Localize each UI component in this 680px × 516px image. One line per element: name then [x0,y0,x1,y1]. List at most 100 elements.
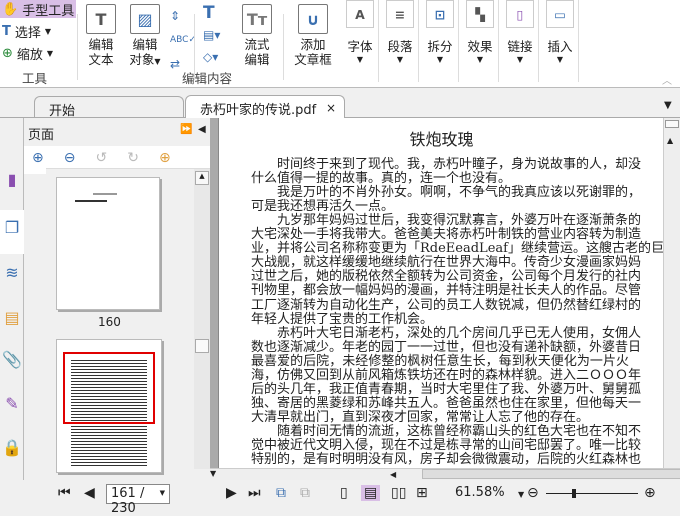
tab-start[interactable]: 开始 [34,96,184,119]
text-line: 我是万叶的不肖外孙女。啊啊，不争气的我真应该以死谢罪的， [277,185,642,201]
thumbnail-zoom-out-icon[interactable]: ⊖ [64,150,76,170]
collapse-ribbon-icon[interactable]: ︿ [662,72,672,87]
continuous-page-icon[interactable]: ▤ [361,485,381,501]
edit-object-button[interactable]: ▨ 编辑 对象▼ [122,2,168,69]
zoom-level[interactable]: 61.58% [455,485,505,500]
thumbnail-scrollbar[interactable]: ▲ [194,169,210,469]
edit-text-button[interactable]: T 编辑 文本 [78,2,124,67]
rotate-right-icon[interactable]: ↻ [127,150,139,170]
text-line: 年轻人提供了宝贵的工作机会。 [251,311,434,327]
hand-tool-button[interactable]: ✋ 手型工具 [0,0,76,19]
layers-icon[interactable]: ≋ [2,263,22,287]
text-line: 独、寄居的黑菱绿和苏峰共五人。爸爸虽然也住在家里，但他每天一 [251,395,642,411]
text-line: 海，仿佛又回到从前风箱炼铁坊还在时的森林样貌。进入二ＯＯＯ年 [251,367,642,383]
panel-collapse-icon[interactable]: ◀ [198,124,206,135]
chevron-down-icon: ▼ [46,48,54,58]
effects-icon: ▚ [466,0,494,28]
text-line: 觉中被近代文明入侵，现在不过是栋寻常的山间宅邸罢了。唯一比较 [251,438,642,453]
paragraph-button[interactable]: ≡ 段落 ▼ [383,0,417,64]
next-view-icon[interactable]: ⧉ [300,485,310,501]
zoom-slider[interactable] [546,489,638,498]
text-line: 特别的，是有时明明没有风，房子却会微微震动，后院的火红森林也 [251,452,642,468]
next-page-icon[interactable]: ▶ [226,485,237,501]
panel-expand-icon[interactable]: ⏩ [180,124,192,135]
vertical-scrollbar[interactable]: ▲ [663,118,680,468]
small-edit-icons: ⇕ ABC✓ ⇄ [170,4,196,76]
text-line: 时间终于来到了现代。我，赤朽叶瞳子，身为说故事的人，却没 [277,157,642,172]
font-button[interactable]: A 字体 ▼ [343,0,377,64]
zoom-slider-knob[interactable] [571,489,576,498]
small-insert-icons: T ▤▾ ◇▾ [203,2,220,68]
flow-edit-button[interactable]: Tт 流式 编辑 [234,2,280,67]
visible-area-rect[interactable] [63,352,155,424]
chapter-title: 铁炮玫瑰 [409,130,474,149]
text-line: 后的头几年，我正值青春期，当时大宅里住了我、外婆万叶、舅舅孤 [251,381,642,397]
security-lock-icon[interactable]: 🔒 [2,438,22,462]
hand-icon: ✋ [2,1,19,17]
text-line: 刊物里，都会放一幅妈妈的漫画，并特注明是社长夫人的作品。尽管 [251,283,642,299]
split-icon: ⊡ [426,0,454,28]
effects-button[interactable]: ▚ 效果 ▼ [463,0,497,64]
add-image-icon[interactable]: ▤▾ [203,24,220,46]
spell-check-icon[interactable]: ABC✓ [170,28,196,52]
split-button[interactable]: ⊡ 拆分 ▼ [423,0,457,64]
document-tabs: 开始 开始赤朽叶家的传说.pdf× ▼ [0,88,680,119]
signature-icon[interactable]: ✎ [2,394,22,418]
line-spacing-icon[interactable]: ⇕ [170,4,196,28]
thumbnail-list: 160 ▲ [46,168,210,473]
first-page-icon[interactable]: ⏮ [58,485,71,501]
add-shape-icon[interactable]: ◇▾ [203,46,220,68]
text-line: 大清早就出门，直到深夜才回家，常常让人忘了他的存在。 [251,409,590,425]
status-bar: ⏮ ◀ 161 / 230 ▼ ▶ ⏭ ⧉ ⧉ ▯ ▤ ▯▯ ⊞ 61.58% ▼… [0,480,680,516]
close-tab-icon[interactable]: × [326,101,336,115]
panel-title: 页面 [28,128,55,143]
insert-page-icon[interactable]: ⊕ [159,150,171,170]
pages-icon[interactable]: ❐ [2,218,22,242]
link-button[interactable]: ▯ 链接 ▼ [503,0,537,64]
zoom-in-icon[interactable]: ⊕ [644,485,656,501]
text-line: 数也逐渐减少。年老的园丁一一过世，但也没有递补缺额，外婆昔日 [251,339,642,355]
single-page-icon[interactable]: ▯ [340,485,348,501]
group-label-edit-content: 编辑内容 [182,71,233,86]
chevron-down-icon: ▼ [44,26,52,36]
text-line: 随着时间无情的流逝，这栋曾经称霸山头的红色大宅也在不知不 [277,423,642,439]
page-number-input[interactable]: 161 / 230 ▼ [106,484,170,516]
zoom-tool-button[interactable]: ⊕ 缩放 ▼ [0,44,76,63]
text-line: 赤朽叶大宅日渐老朽，深处的几个房间几乎已无人使用，女佣人 [277,325,642,341]
continuous-facing-icon[interactable]: ⊞ [416,485,428,501]
last-page-icon[interactable]: ⏭ [248,485,261,501]
page-thumbnail-160[interactable] [56,177,160,310]
rotate-left-icon[interactable]: ↺ [95,150,107,170]
facing-pages-icon[interactable]: ▯▯ [391,485,406,501]
add-text-icon[interactable]: T [203,2,220,24]
zoom-out-icon[interactable]: ⊖ [527,485,539,501]
insert-button[interactable]: ▭ 插入 ▼ [543,0,577,64]
film-icon: ▭ [546,0,574,28]
select-tool-button[interactable]: T 选择 ▼ [0,22,76,41]
ribbon: ✋ 手型工具 T 选择 ▼ ⊕ 缩放 ▼ 工具 T 编辑 文本 ▨ 编辑 对象▼ ⇕ ABC✓ ⇄ T… [0,0,680,88]
comments-icon[interactable]: ▤ [2,308,22,332]
tab-list-dropdown-icon[interactable]: ▼ [664,100,672,111]
text-cursor-icon: T [2,23,11,39]
edit-image-icon: ▨ [130,4,160,34]
panel-splitter[interactable] [210,118,218,468]
zoom-dropdown-icon[interactable]: ▼ [518,490,524,499]
previous-page-icon[interactable]: ◀ [84,485,95,501]
group-label-tools: 工具 [22,71,48,86]
edit-text-icon: T [86,4,116,34]
zoom-in-icon: ⊕ [2,45,13,61]
thumbnail-zoom-in-icon[interactable]: ⊕ [32,150,44,170]
paragraph-icon: ≡ [386,0,414,28]
add-article-frame-button[interactable]: ∪ 添加 文章框 [288,2,338,67]
tab-document[interactable]: 开始赤朽叶家的传说.pdf× [185,95,345,119]
side-toolbar: ▮ ❐ ≋ ▤ 📎 ✎ 🔒 [0,118,24,480]
link-icon: ▯ [506,0,534,28]
bookmark-icon[interactable]: ▮ [2,170,22,194]
horizontal-scroll-thumb[interactable] [422,469,680,479]
page-thumbnail-161[interactable] [56,339,162,473]
horizontal-scrollbar[interactable]: ▼ ◀ [210,468,680,480]
text-line: 最喜爱的后院，未经修整的枫树任意生长，每到秋天便化为一片火 [251,353,629,369]
font-icon: A [346,0,374,28]
previous-view-icon[interactable]: ⧉ [276,485,286,501]
attachment-icon[interactable]: 📎 [2,350,22,374]
